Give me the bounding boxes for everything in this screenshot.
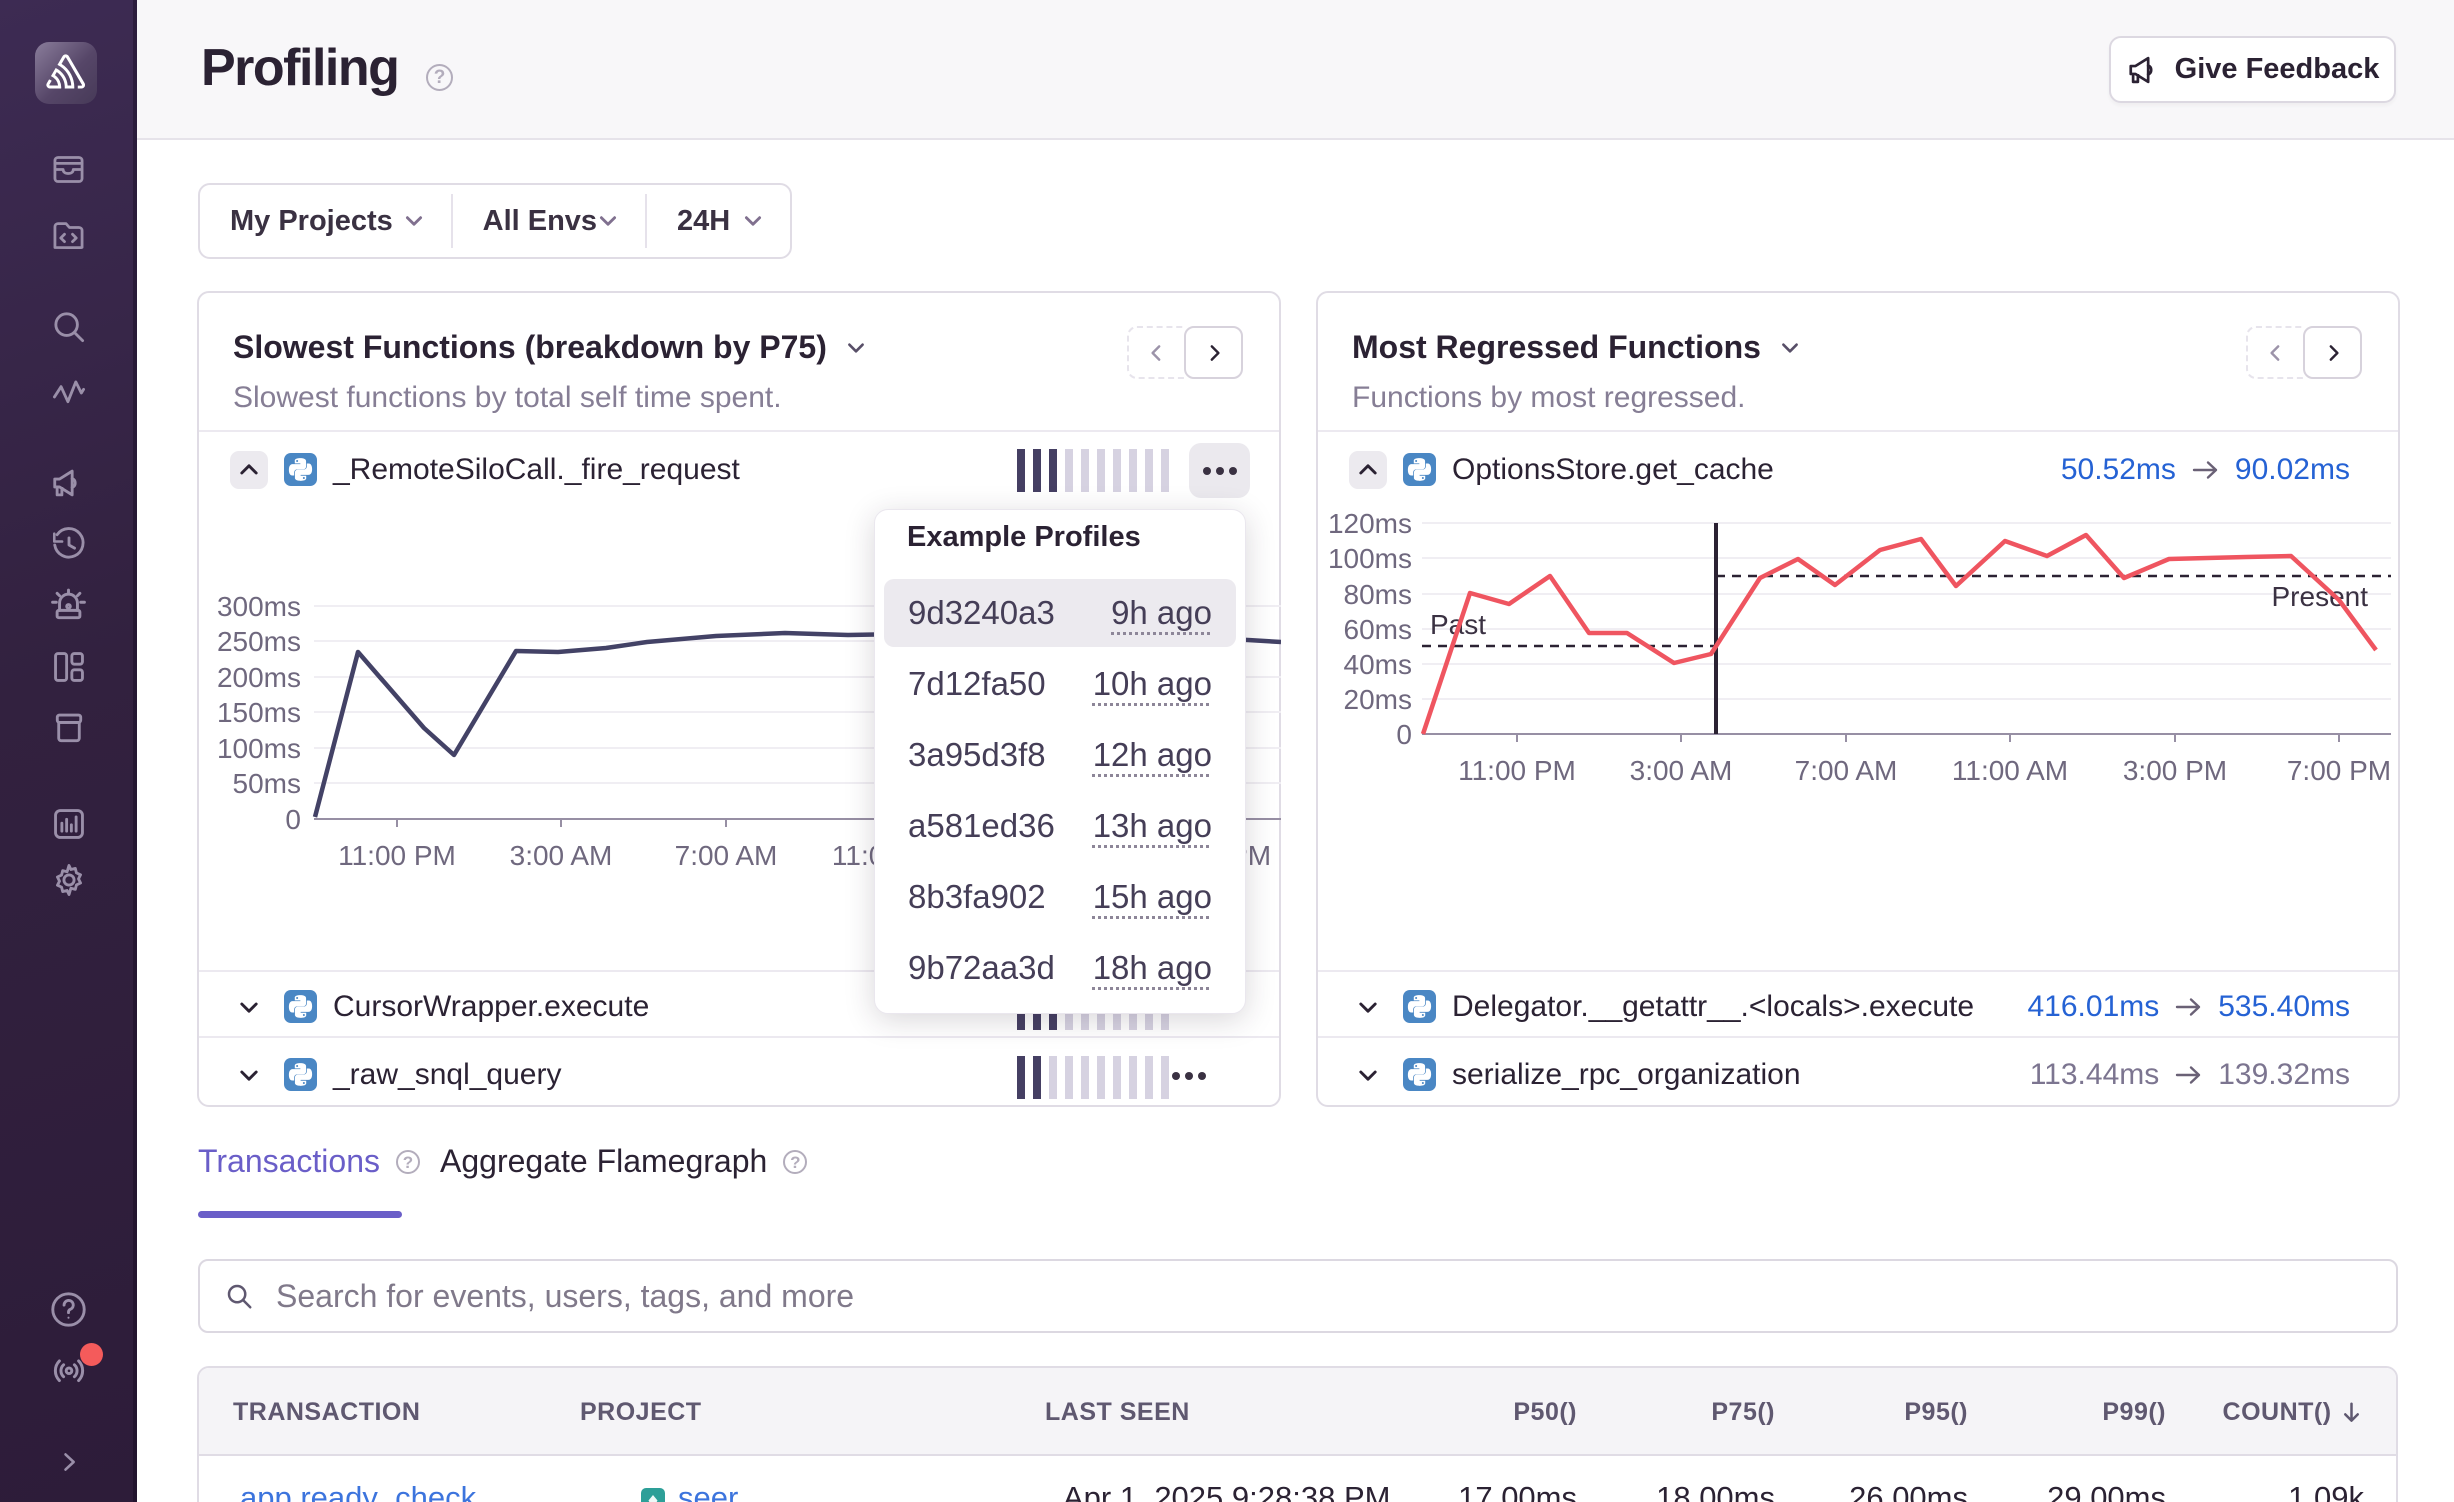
- svg-text:7:00 AM: 7:00 AM: [1795, 755, 1898, 786]
- svg-text:3:00 AM: 3:00 AM: [510, 840, 613, 871]
- svg-text:11:00 AM: 11:00 AM: [1952, 755, 2068, 786]
- svg-text:11:00 PM: 11:00 PM: [1458, 755, 1576, 786]
- svg-text:300ms: 300ms: [217, 591, 301, 622]
- svg-text:150ms: 150ms: [217, 697, 301, 728]
- svg-text:40ms: 40ms: [1344, 649, 1412, 680]
- svg-text:20ms: 20ms: [1344, 684, 1412, 715]
- svg-text:7:00 PM: 7:00 PM: [2287, 755, 2391, 786]
- svg-text:3:00 PM: 3:00 PM: [2123, 755, 2227, 786]
- svg-text:120ms: 120ms: [1328, 508, 1412, 539]
- svg-text:Present: Present: [2272, 581, 2369, 612]
- svg-text:200ms: 200ms: [217, 662, 301, 693]
- svg-text:0: 0: [285, 804, 301, 835]
- svg-text:100ms: 100ms: [217, 733, 301, 764]
- svg-text:80ms: 80ms: [1344, 579, 1412, 610]
- svg-text:60ms: 60ms: [1344, 614, 1412, 645]
- svg-text:100ms: 100ms: [1328, 543, 1412, 574]
- svg-text:250ms: 250ms: [217, 626, 301, 657]
- svg-text:50ms: 50ms: [233, 768, 301, 799]
- svg-text:7:00 AM: 7:00 AM: [675, 840, 778, 871]
- svg-text:11:00 PM: 11:00 PM: [338, 840, 456, 871]
- svg-text:3:00 AM: 3:00 AM: [1630, 755, 1733, 786]
- svg-text:0: 0: [1396, 719, 1412, 750]
